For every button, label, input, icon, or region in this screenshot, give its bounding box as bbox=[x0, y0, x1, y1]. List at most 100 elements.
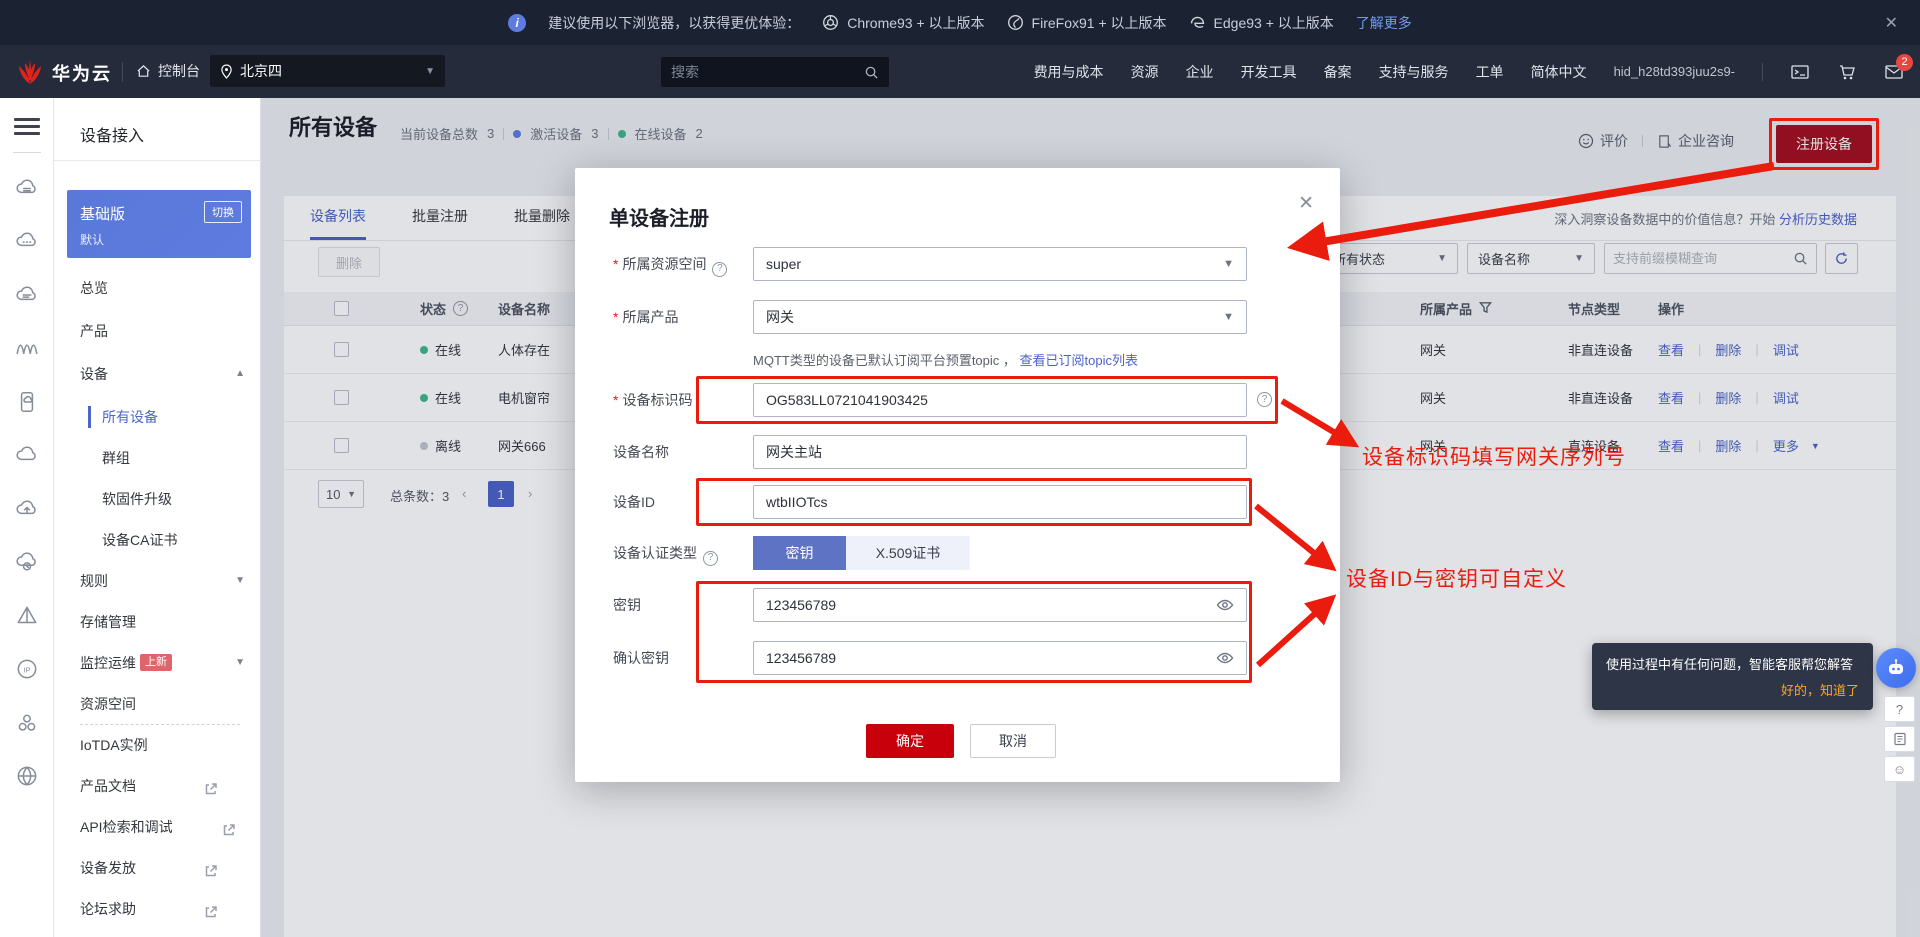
nav-item-enterprise[interactable]: 企业 bbox=[1186, 62, 1214, 82]
sidebar-item-api-explorer[interactable]: API检索和调试 bbox=[54, 815, 261, 839]
secret-input[interactable] bbox=[766, 597, 1216, 613]
delete-link[interactable]: 删除 bbox=[1715, 388, 1741, 407]
cloud-ellipsis-icon[interactable] bbox=[14, 228, 40, 254]
device-name-input[interactable] bbox=[766, 444, 1234, 460]
banner-close-icon[interactable]: ✕ bbox=[1885, 13, 1898, 33]
help-icon[interactable]: ? bbox=[703, 551, 718, 566]
feedback-float-button[interactable]: ☺ bbox=[1884, 756, 1915, 782]
filter-funnel-icon[interactable] bbox=[1479, 301, 1492, 317]
next-page-icon[interactable]: › bbox=[528, 486, 532, 501]
status-filter-select[interactable]: 所有状态▼ bbox=[1322, 243, 1458, 274]
cluster-icon[interactable] bbox=[14, 710, 40, 736]
eye-icon[interactable] bbox=[1216, 596, 1234, 614]
region-selector[interactable]: 北京四 ▼ bbox=[210, 55, 445, 87]
view-link[interactable]: 查看 bbox=[1658, 340, 1684, 359]
mail-icon[interactable]: 2 bbox=[1884, 62, 1904, 82]
cloud-icon[interactable] bbox=[14, 442, 40, 468]
console-link[interactable]: 控制台 bbox=[136, 61, 200, 81]
delete-link[interactable]: 删除 bbox=[1715, 436, 1741, 455]
refresh-button[interactable] bbox=[1825, 243, 1858, 274]
survey-float-button[interactable] bbox=[1884, 726, 1915, 752]
confirm-button[interactable]: 确定 bbox=[866, 724, 954, 758]
rate-button[interactable]: 评价 bbox=[1578, 131, 1628, 151]
confirm-secret-input[interactable] bbox=[766, 650, 1216, 666]
product-select[interactable]: 网关▼ bbox=[753, 300, 1247, 334]
view-link[interactable]: 查看 bbox=[1658, 388, 1684, 407]
enterprise-consult-button[interactable]: 企业咨询 bbox=[1657, 131, 1734, 151]
terminal-icon[interactable] bbox=[1790, 62, 1810, 82]
edition-switch-button[interactable]: 切换 bbox=[204, 201, 242, 223]
banner-learn-more-link[interactable]: 了解更多 bbox=[1356, 13, 1412, 33]
sidebar-item-forum[interactable]: 论坛求助 bbox=[54, 897, 261, 921]
register-device-button[interactable]: 注册设备 bbox=[1776, 125, 1872, 163]
nav-account-id[interactable]: hid_h28td393juu2s9- bbox=[1614, 64, 1735, 79]
prism-icon[interactable] bbox=[14, 603, 40, 629]
cloud-sync-icon[interactable] bbox=[14, 549, 40, 575]
sidebar-item-overview[interactable]: 总览 bbox=[54, 276, 261, 300]
device-search[interactable] bbox=[1604, 243, 1817, 274]
select-all-checkbox[interactable] bbox=[334, 301, 349, 316]
page-size-select[interactable]: 10▼ bbox=[318, 480, 364, 508]
cancel-button[interactable]: 取消 bbox=[970, 724, 1056, 758]
sidebar-item-docs[interactable]: 产品文档 bbox=[54, 774, 261, 798]
auth-x509-option[interactable]: X.509证书 bbox=[846, 536, 970, 570]
delete-link[interactable]: 删除 bbox=[1715, 340, 1741, 359]
close-icon[interactable]: ✕ bbox=[1298, 192, 1314, 215]
auth-secret-option[interactable]: 密钥 bbox=[753, 536, 846, 570]
device-icon[interactable] bbox=[14, 389, 40, 415]
sidebar-item-devices[interactable]: 设备▲ bbox=[54, 362, 261, 386]
device-code-input[interactable] bbox=[766, 392, 1234, 408]
more-link[interactable]: 更多 bbox=[1773, 436, 1799, 455]
assistant-dismiss-link[interactable]: 好的，知道了 bbox=[1606, 680, 1859, 699]
row-checkbox[interactable] bbox=[334, 342, 349, 357]
help-icon[interactable]: ? bbox=[712, 262, 727, 277]
cloud-server-icon[interactable] bbox=[14, 175, 40, 201]
sidebar-item-iotda-instances[interactable]: IoTDA实例 bbox=[54, 733, 261, 757]
sidebar-item-monitoring[interactable]: 监控运维上新▼ bbox=[54, 651, 261, 675]
sidebar-item-ca-certificates[interactable]: 设备CA证书 bbox=[54, 528, 261, 552]
sidebar-item-resource-spaces[interactable]: 资源空间 bbox=[54, 692, 261, 716]
assistant-robot-button[interactable] bbox=[1876, 648, 1916, 688]
debug-link[interactable]: 调试 bbox=[1773, 388, 1799, 407]
sidebar-item-storage[interactable]: 存储管理 bbox=[54, 610, 261, 634]
view-link[interactable]: 查看 bbox=[1658, 436, 1684, 455]
analyze-history-link[interactable]: 分析历史数据 bbox=[1779, 212, 1857, 227]
prev-page-icon[interactable]: ‹ bbox=[462, 486, 466, 501]
page-number[interactable]: 1 bbox=[488, 481, 514, 507]
eye-icon[interactable] bbox=[1216, 649, 1234, 667]
topic-list-link[interactable]: 查看已订阅topic列表 bbox=[1020, 353, 1138, 368]
nav-item-billing[interactable]: 费用与成本 bbox=[1034, 62, 1104, 82]
global-search[interactable] bbox=[661, 57, 889, 87]
debug-link[interactable]: 调试 bbox=[1773, 340, 1799, 359]
search-icon[interactable] bbox=[864, 65, 879, 80]
device-id-input[interactable] bbox=[766, 494, 1234, 510]
nav-item-tickets[interactable]: 工单 bbox=[1476, 62, 1504, 82]
tab-batch-delete[interactable]: 批量删除 bbox=[514, 196, 570, 240]
nav-item-support[interactable]: 支持与服务 bbox=[1379, 62, 1449, 82]
chevron-down-icon[interactable]: ▼ bbox=[1811, 441, 1820, 451]
edition-card[interactable]: 基础版 切换 默认 bbox=[67, 190, 251, 258]
help-float-button[interactable]: ? bbox=[1884, 696, 1915, 722]
cart-icon[interactable] bbox=[1837, 62, 1857, 82]
cloud-upload-icon[interactable] bbox=[14, 496, 40, 522]
ip-icon[interactable]: IP bbox=[14, 656, 40, 682]
nav-item-icp[interactable]: 备案 bbox=[1324, 62, 1352, 82]
sidebar-item-rules[interactable]: 规则▼ bbox=[54, 569, 261, 593]
help-icon[interactable]: ? bbox=[1257, 392, 1272, 407]
brand-name[interactable]: 华为云 bbox=[52, 60, 112, 86]
sidebar-item-firmware-upgrade[interactable]: 软固件升级 bbox=[54, 487, 261, 511]
global-search-input[interactable] bbox=[671, 64, 864, 80]
menu-burger-icon[interactable] bbox=[14, 114, 40, 139]
waves-icon[interactable] bbox=[14, 335, 40, 361]
help-icon[interactable]: ? bbox=[453, 301, 468, 316]
sidebar-item-device-provisioning[interactable]: 设备发放 bbox=[54, 856, 261, 880]
nav-item-resources[interactable]: 资源 bbox=[1131, 62, 1159, 82]
search-icon[interactable] bbox=[1793, 251, 1808, 266]
resource-space-select[interactable]: super▼ bbox=[753, 247, 1247, 281]
delete-button[interactable]: 删除 bbox=[318, 247, 380, 277]
sidebar-item-groups[interactable]: 群组 bbox=[54, 446, 261, 470]
row-checkbox[interactable] bbox=[334, 438, 349, 453]
globe-icon[interactable] bbox=[14, 763, 40, 789]
tab-batch-register[interactable]: 批量注册 bbox=[412, 196, 468, 240]
nav-item-language[interactable]: 简体中文 bbox=[1531, 62, 1587, 82]
